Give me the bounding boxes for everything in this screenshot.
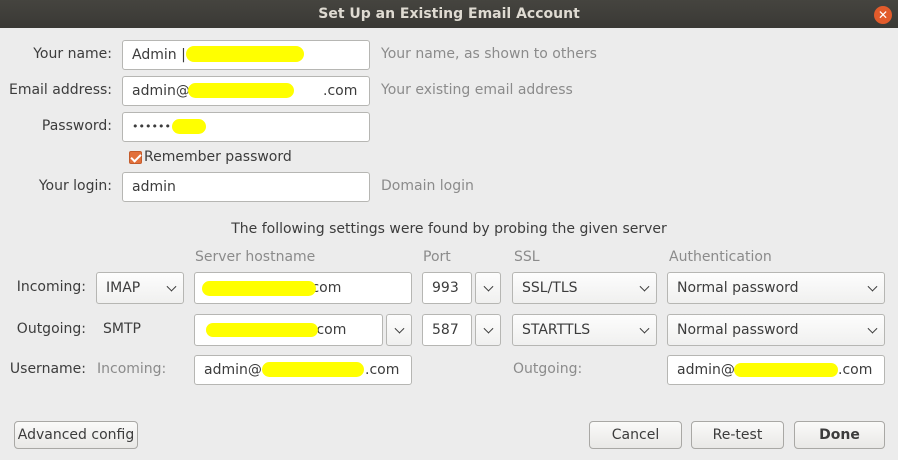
login-label: Your login:	[38, 178, 112, 194]
login-hint: Domain login	[381, 178, 474, 194]
outgoing-ssl-value: STARTTLS	[522, 322, 591, 338]
done-button[interactable]: Done	[794, 421, 885, 449]
incoming-port-input[interactable]: 993	[422, 272, 472, 304]
chevron-down-icon	[639, 323, 650, 334]
remember-password-label: Remember password	[144, 149, 292, 165]
close-window-button[interactable]: ✕	[874, 6, 892, 24]
incoming-auth-select[interactable]: Normal password	[667, 272, 885, 304]
outgoing-port-dropdown-button[interactable]	[475, 314, 501, 346]
redaction-mark	[202, 281, 316, 296]
cancel-button[interactable]: Cancel	[589, 421, 682, 449]
incoming-protocol-value: IMAP	[106, 280, 141, 296]
login-input-text: admin	[132, 179, 176, 195]
incoming-username-text: admin@	[204, 362, 262, 378]
login-input[interactable]: admin	[122, 172, 370, 202]
chevron-down-icon	[639, 281, 650, 292]
outgoing-hostname-dropdown-button[interactable]	[386, 314, 412, 346]
header-authentication: Authentication	[669, 249, 772, 265]
redaction-mark	[186, 46, 304, 62]
outgoing-auth-value: Normal password	[677, 322, 799, 338]
window-title: Set Up an Existing Email Account	[318, 6, 580, 22]
chevron-down-icon	[483, 281, 494, 292]
name-label: Your name:	[33, 46, 112, 62]
incoming-ssl-select[interactable]: SSL/TLS	[512, 272, 657, 304]
redaction-mark	[262, 362, 364, 377]
incoming-port-dropdown-button[interactable]	[475, 272, 501, 304]
chevron-down-icon	[867, 323, 878, 334]
outgoing-label: Outgoing:	[16, 321, 86, 337]
outgoing-protocol: SMTP	[103, 321, 141, 337]
incoming-auth-value: Normal password	[677, 280, 799, 296]
username-outgoing-label: Outgoing:	[513, 361, 583, 377]
email-label: Email address:	[8, 82, 112, 98]
username-label: Username:	[9, 361, 86, 377]
outgoing-username-text: admin@	[677, 362, 735, 378]
redaction-mark	[734, 363, 838, 377]
name-input-text: Admin |	[132, 47, 186, 63]
advanced-config-button[interactable]: Advanced config	[14, 421, 138, 449]
incoming-protocol-select[interactable]: IMAP	[96, 272, 184, 304]
incoming-port-value: 993	[432, 280, 459, 296]
header-port: Port	[423, 249, 451, 265]
redaction-mark	[172, 119, 206, 134]
outgoing-port-input[interactable]: 587	[422, 314, 472, 346]
password-input[interactable]: ••••••••	[122, 112, 370, 142]
retest-button[interactable]: Re-test	[691, 421, 784, 449]
incoming-username-text-end: .com	[365, 362, 400, 378]
email-input-text: admin@	[132, 83, 190, 99]
redaction-mark	[206, 323, 318, 337]
header-server-hostname: Server hostname	[195, 249, 316, 265]
username-incoming-label: Incoming:	[97, 361, 167, 377]
email-input-text-end: .com	[323, 83, 358, 99]
redaction-mark	[188, 83, 294, 98]
outgoing-ssl-select[interactable]: STARTTLS	[512, 314, 657, 346]
chevron-down-icon	[867, 281, 878, 292]
chevron-down-icon	[394, 323, 405, 334]
incoming-label: Incoming:	[16, 279, 86, 295]
email-hint: Your existing email address	[381, 82, 573, 98]
window-titlebar: Set Up an Existing Email Account	[0, 0, 898, 28]
close-icon: ✕	[877, 8, 889, 22]
settings-caption: The following settings were found by pro…	[231, 221, 667, 237]
password-label: Password:	[41, 118, 112, 134]
name-hint: Your name, as shown to others	[381, 46, 597, 62]
header-ssl: SSL	[514, 249, 540, 265]
remember-password-checkbox[interactable]	[129, 151, 142, 164]
outgoing-auth-select[interactable]: Normal password	[667, 314, 885, 346]
outgoing-username-text-end: .com	[838, 362, 873, 378]
outgoing-port-value: 587	[432, 322, 459, 338]
chevron-down-icon	[483, 323, 494, 334]
chevron-down-icon	[166, 281, 177, 292]
incoming-ssl-value: SSL/TLS	[522, 280, 578, 296]
